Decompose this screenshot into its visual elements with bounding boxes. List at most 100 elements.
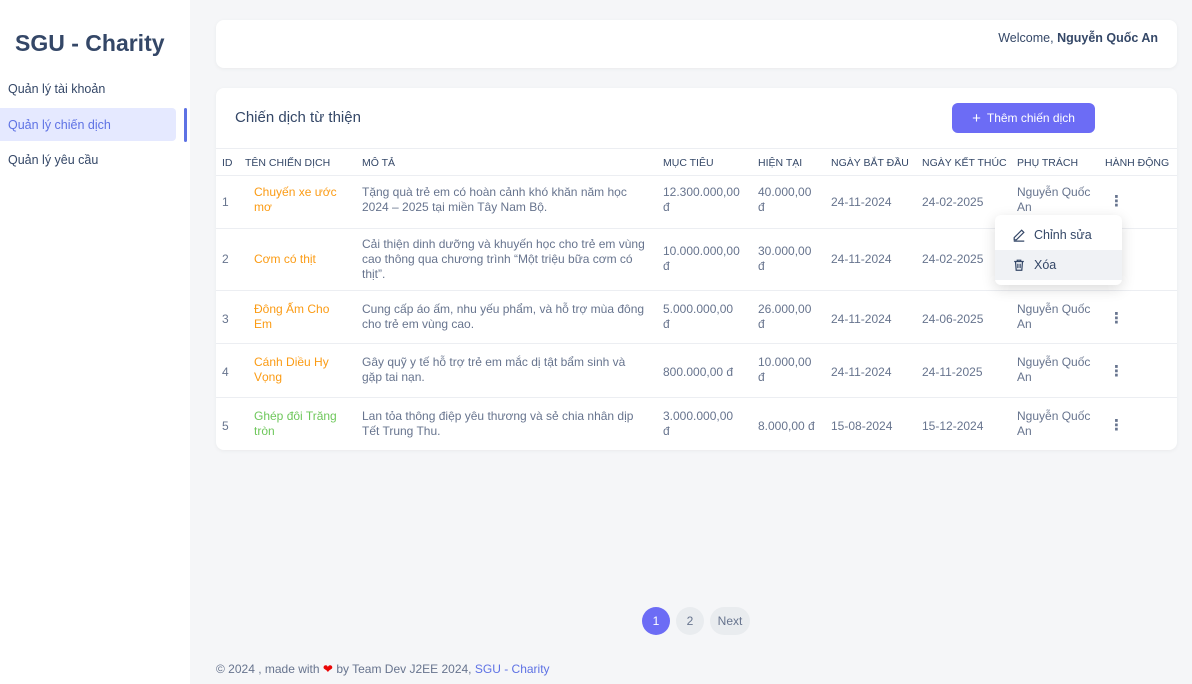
goal-line: đ — [663, 317, 670, 331]
more-vertical-icon[interactable]: ⋮ — [1109, 309, 1124, 327]
edit-label: Chỉnh sửa — [1034, 228, 1092, 242]
plus-icon: + — [972, 109, 981, 127]
cell-owner: Nguyễn Quốc An — [1017, 302, 1090, 332]
edit-menu-item[interactable]: Chỉnh sửa — [995, 220, 1122, 250]
desc-line: gặp tai nạn. — [362, 370, 425, 384]
cell-campaign-name[interactable]: Ghép đôi Trăng tròn — [254, 409, 337, 439]
desc-line: cho trẻ em vùng cao. — [362, 317, 475, 331]
goal-line: 12.300.000,00 — [663, 185, 740, 199]
cell-end-date: 24-02-2025 — [922, 195, 984, 209]
goal-line: 10.000.000,00 — [663, 244, 740, 258]
owner-line: Nguyễn Quốc — [1017, 185, 1091, 199]
cell-owner: Nguyễn Quốc An — [1017, 409, 1090, 439]
sidebar-item-requests[interactable]: Quản lý yêu cầu — [0, 143, 176, 176]
col-id: ID — [222, 157, 233, 169]
cell-id: 4 — [222, 365, 229, 379]
footer: © 2024 , made with ❤ by Team Dev J2EE 20… — [216, 662, 550, 676]
desc-line: Lan tỏa thông điệp yêu thương và sẻ chia… — [362, 409, 634, 423]
cell-campaign-name[interactable]: Cánh Diều Hy Vọng — [254, 355, 329, 385]
owner-line: Nguyễn Quốc — [1017, 302, 1091, 316]
col-actions: HÀNH ĐỘNG — [1105, 157, 1170, 169]
top-header: Welcome, Nguyễn Quốc An — [216, 20, 1177, 68]
active-nav-indicator — [184, 108, 187, 142]
col-owner: PHỤ TRÁCH — [1017, 157, 1079, 169]
more-vertical-icon[interactable]: ⋮ — [1109, 192, 1124, 210]
name-line: Đông Ấm Cho — [254, 302, 330, 316]
table-row: 4 Cánh Diều Hy Vọng Gây quỹ y tế hỗ trợ t… — [216, 344, 1177, 398]
name-line: Cánh Diều Hy — [254, 355, 329, 369]
desc-line: Cải thiện dinh dưỡng và khuyến học cho t… — [362, 237, 645, 251]
cell-current: 26.000,00 đ — [758, 302, 811, 332]
footer-prefix: © 2024 , made with — [216, 662, 320, 676]
goal-line: đ — [663, 424, 670, 438]
cell-campaign-name[interactable]: Cơm có thịt — [254, 252, 316, 267]
pencil-icon — [1013, 229, 1025, 242]
table-row: 5 Ghép đôi Trăng tròn Lan tỏa thông điệp … — [216, 398, 1177, 450]
page-1-button[interactable]: 1 — [642, 607, 670, 635]
sidebar: SGU - Charity Quản lý tài khoản Quản lý … — [0, 0, 190, 684]
name-line: tròn — [254, 424, 275, 438]
cell-end-date: 24-06-2025 — [922, 312, 984, 326]
more-vertical-icon[interactable]: ⋮ — [1109, 416, 1124, 434]
add-campaign-label: Thêm chiến dịch — [986, 111, 1075, 125]
cell-description: Cung cấp áo ấm, nhu yếu phẩm, và hỗ trợ … — [362, 302, 644, 332]
desc-line: Cung cấp áo ấm, nhu yếu phẩm, và hỗ trợ … — [362, 302, 645, 316]
current-line: đ — [758, 317, 765, 331]
current-line: 10.000,00 — [758, 355, 812, 369]
cell-start-date: 24-11-2024 — [831, 312, 892, 326]
cell-owner: Nguyễn Quốc An — [1017, 355, 1090, 385]
sidebar-item-campaigns[interactable]: Quản lý chiến dịch — [0, 108, 176, 141]
current-line: đ — [758, 259, 765, 273]
cell-id: 1 — [222, 195, 229, 209]
goal-line: đ — [663, 200, 670, 214]
desc-line: Tết Trung Thu. — [362, 424, 441, 438]
page-2-button[interactable]: 2 — [676, 607, 704, 635]
name-line: mơ — [254, 200, 272, 214]
cell-description: Lan tỏa thông điệp yêu thương và sẻ chia… — [362, 409, 633, 439]
delete-label: Xóa — [1034, 258, 1057, 272]
cell-current: 10.000,00 đ — [758, 355, 811, 385]
current-line: đ — [758, 200, 765, 214]
user-name[interactable]: Nguyễn Quốc An — [1057, 31, 1158, 45]
cell-end-date: 24-11-2025 — [922, 365, 983, 379]
cell-end-date: 15-12-2024 — [922, 419, 984, 433]
name-line: Em — [254, 317, 272, 331]
name-line: Ghép đôi Trăng — [254, 409, 337, 423]
goal-line: 5.000.000,00 — [663, 302, 734, 316]
cell-description: Gây quỹ y tế hỗ trợ trẻ em mắc dị tật bẩ… — [362, 355, 625, 385]
next-page-button[interactable]: Next — [710, 607, 750, 635]
current-line: 40.000,00 — [758, 185, 812, 199]
owner-line: Nguyễn Quốc — [1017, 355, 1091, 369]
col-current: HIỆN TẠI — [758, 157, 803, 169]
cell-campaign-name[interactable]: Đông Ấm Cho Em — [254, 302, 329, 332]
more-vertical-icon[interactable]: ⋮ — [1109, 362, 1124, 380]
cell-campaign-name[interactable]: Chuyến xe ước mơ — [254, 185, 337, 215]
cell-goal: 10.000.000,00 đ — [663, 244, 740, 274]
table-row: 3 Đông Ấm Cho Em Cung cấp áo ấm, nhu yếu … — [216, 291, 1177, 344]
footer-brand-link[interactable]: SGU - Charity — [475, 662, 550, 676]
name-line: Chuyến xe ước — [254, 185, 337, 199]
owner-line: An — [1017, 370, 1032, 384]
cell-current: 30.000,00 đ — [758, 244, 811, 274]
current-line: 30.000,00 — [758, 244, 812, 258]
brand-logo[interactable]: SGU - Charity — [15, 30, 165, 57]
delete-menu-item[interactable]: Xóa — [995, 250, 1122, 280]
sidebar-item-accounts[interactable]: Quản lý tài khoản — [0, 72, 176, 105]
heart-icon: ❤ — [322, 662, 333, 676]
cell-current: 40.000,00 đ — [758, 185, 811, 215]
owner-line: Nguyễn Quốc — [1017, 409, 1091, 423]
col-desc: MÔ TẢ — [362, 157, 396, 169]
cell-goal: 12.300.000,00 đ — [663, 185, 740, 215]
current-line: 26.000,00 — [758, 302, 812, 316]
cell-start-date: 24-11-2024 — [831, 195, 892, 209]
add-campaign-button[interactable]: + Thêm chiến dịch — [952, 103, 1095, 133]
goal-line: đ — [663, 259, 670, 273]
cell-description: Cải thiện dinh dưỡng và khuyến học cho t… — [362, 237, 645, 282]
goal-line: 3.000.000,00 — [663, 409, 734, 423]
cell-id: 2 — [222, 252, 229, 266]
cell-goal: 3.000.000,00 đ — [663, 409, 733, 439]
table-header: ID TÊN CHIẾN DỊCH MÔ TẢ MỤC TIÊU HIỆN TẠ… — [216, 148, 1177, 176]
col-name: TÊN CHIẾN DỊCH — [245, 157, 331, 169]
cell-start-date: 15-08-2024 — [831, 419, 893, 433]
desc-line: Gây quỹ y tế hỗ trợ trẻ em mắc dị tật bẩ… — [362, 355, 626, 369]
